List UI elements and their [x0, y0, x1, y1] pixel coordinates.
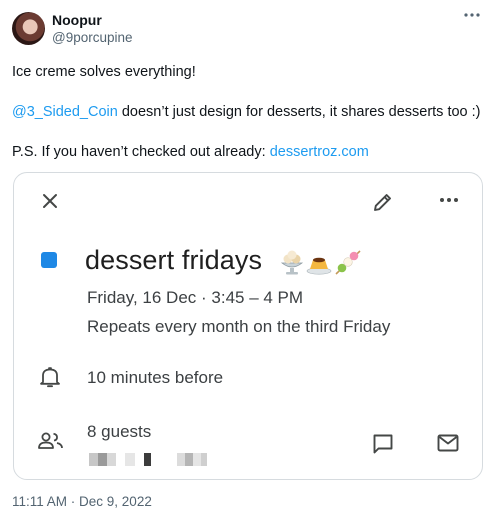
custard-flan-icon: [306, 257, 332, 275]
event-recurrence: Repeats every month on the third Friday: [87, 317, 391, 336]
guests-count: 8 guests: [87, 422, 152, 441]
event-color-swatch: [41, 252, 57, 268]
guests-icon: [38, 432, 63, 449]
tweet-line-1: Ice creme solves everything!: [12, 64, 196, 80]
tweet-line-2-text: doesn’t just design for desserts, it sha…: [117, 104, 481, 120]
mail-icon[interactable]: [436, 433, 460, 453]
media-image[interactable]: dessert fridays Friday, 16 Dec · 3:45 – …: [13, 172, 483, 480]
bell-icon: [40, 367, 60, 388]
close-icon[interactable]: [40, 191, 60, 211]
tweet-line-3: P.S. If you haven’t checked out already:…: [12, 142, 487, 162]
tweet-line-2: @3_Sided_Coin doesn’t just design for de…: [12, 102, 487, 122]
website-link[interactable]: dessertroz.com: [270, 144, 369, 160]
tweet-timestamp[interactable]: 11:11 AM · Dec 9, 2022: [12, 494, 152, 509]
reminder-text: 10 minutes before: [87, 368, 224, 387]
mention-link[interactable]: @3_Sided_Coin: [12, 104, 118, 120]
dessert-emoji-icons: [280, 250, 361, 275]
ice-cream-sundae-icon: [280, 250, 304, 275]
tweet: Noopur @9porcupine Ice creme solves ever…: [0, 0, 495, 521]
more-icon[interactable]: [461, 8, 483, 22]
kebab-icon[interactable]: [438, 193, 460, 207]
edit-icon[interactable]: [371, 190, 395, 214]
guest-avatars-blurred: [89, 453, 219, 467]
dango-icon: [335, 250, 361, 275]
tweet-line-3-text: P.S. If you haven’t checked out already:: [12, 144, 270, 160]
author-name[interactable]: Noopur: [52, 12, 102, 28]
event-date-time: Friday, 16 Dec · 3:45 – 4 PM: [87, 288, 304, 307]
chat-icon[interactable]: [371, 432, 395, 456]
author-handle[interactable]: @9porcupine: [52, 30, 133, 45]
avatar[interactable]: [12, 12, 45, 45]
tweet-text: Ice creme solves everything! @3_Sided_Co…: [12, 62, 487, 182]
event-title: dessert fridays: [85, 245, 263, 275]
